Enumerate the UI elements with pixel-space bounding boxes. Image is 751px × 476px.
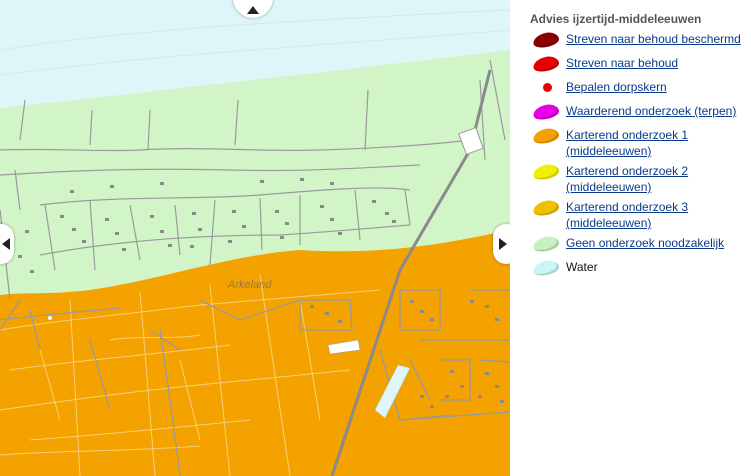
legend-item-label[interactable]: Waarderend onderzoek (terpen) xyxy=(566,103,736,119)
legend-blob-icon xyxy=(530,102,566,123)
map-view[interactable]: Arkeland xyxy=(0,0,510,476)
legend-item[interactable]: Geen onderzoek noodzakelijk xyxy=(530,234,748,255)
legend-item: Water xyxy=(530,258,748,279)
legend-item-label[interactable]: Geen onderzoek noodzakelijk xyxy=(566,235,724,251)
legend-blob-icon xyxy=(530,198,566,219)
legend-blob-icon xyxy=(530,54,566,75)
legend-item-label[interactable]: Karterend onderzoek 1 (middeleeuwen) xyxy=(566,127,748,159)
legend-item[interactable]: Streven naar behoud xyxy=(530,54,748,75)
legend-item-label[interactable]: Streven naar behoud xyxy=(566,55,678,71)
legend-item-label: Water xyxy=(566,260,598,274)
place-label: Arkeland xyxy=(227,279,272,291)
pan-right-button[interactable] xyxy=(493,224,510,264)
map-canvas[interactable]: Arkeland xyxy=(0,0,510,476)
legend-blob-icon xyxy=(530,234,566,255)
legend-blob-icon xyxy=(530,258,566,279)
legend-dot-icon xyxy=(530,79,566,99)
legend-item[interactable]: Bepalen dorpskern xyxy=(530,79,748,99)
legend-item[interactable]: Karterend onderzoek 2 (middeleeuwen) xyxy=(530,162,748,195)
legend-blob-icon xyxy=(530,30,566,51)
legend-item-label[interactable]: Streven naar behoud beschermd xyxy=(566,31,741,47)
legend-list: Streven naar behoud beschermd Streven naa… xyxy=(530,30,748,279)
legend-blob-icon xyxy=(530,126,566,147)
legend-item[interactable]: Karterend onderzoek 1 (middeleeuwen) xyxy=(530,126,748,159)
pan-left-button[interactable] xyxy=(0,224,14,264)
arrow-right-icon xyxy=(499,238,507,250)
arrow-left-icon xyxy=(2,238,10,250)
arrow-up-icon xyxy=(247,6,259,14)
legend-blob-icon xyxy=(530,162,566,183)
legend-item[interactable]: Streven naar behoud beschermd xyxy=(530,30,748,51)
legend-item[interactable]: Karterend onderzoek 3 (middeleeuwen) xyxy=(530,198,748,231)
legend-item[interactable]: Waarderend onderzoek (terpen) xyxy=(530,102,748,123)
legend-item-label[interactable]: Karterend onderzoek 2 (middeleeuwen) xyxy=(566,163,748,195)
legend-item-label[interactable]: Bepalen dorpskern xyxy=(566,79,667,95)
legend-item-label[interactable]: Karterend onderzoek 3 (middeleeuwen) xyxy=(566,199,748,231)
legend-panel: Advies ijzertijd-middeleeuwen Streven na… xyxy=(530,12,748,283)
legend-title: Advies ijzertijd-middeleeuwen xyxy=(530,12,702,26)
